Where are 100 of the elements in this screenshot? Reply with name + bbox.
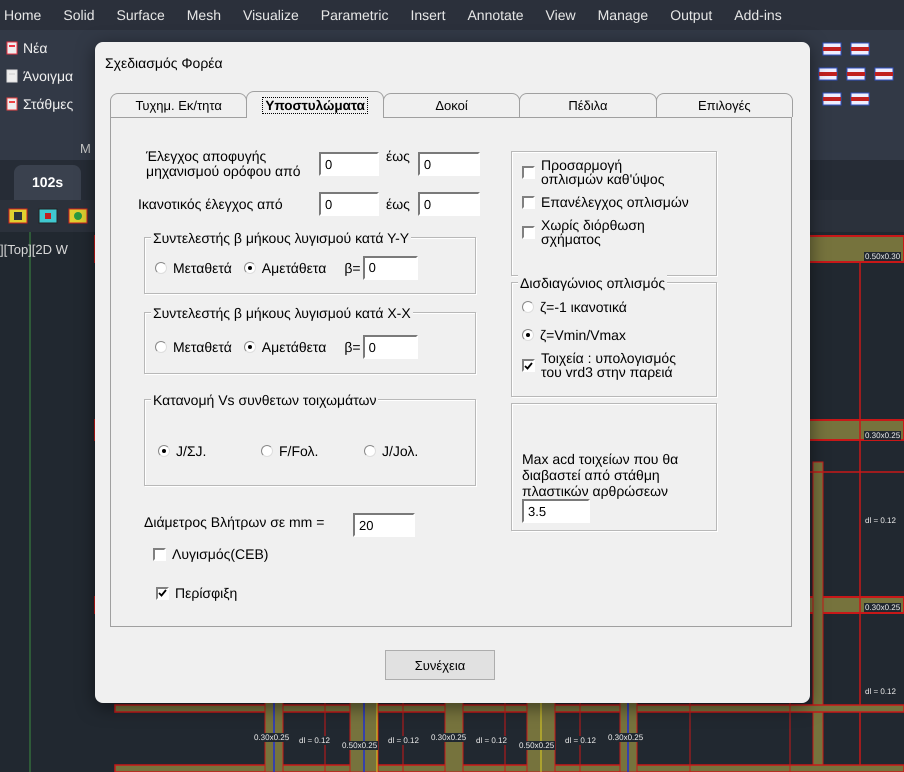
group-title: Κατανομή Vs συνθετων τοιχωμάτων [151, 392, 378, 408]
field-label: β= [344, 260, 361, 276]
checkbox[interactable] [522, 196, 535, 208]
input-field[interactable]: 0 [418, 152, 480, 176]
checkbox-label: Περίσφιξη [175, 585, 238, 601]
radio-button[interactable] [522, 301, 534, 313]
dimension-label: 0.50x0.30 [864, 252, 902, 261]
menu-item[interactable]: Manage [598, 7, 658, 23]
radio-button[interactable] [522, 329, 534, 341]
input-field[interactable]: 0 [362, 256, 418, 280]
dimension-label: dl = 0.12 [298, 736, 331, 745]
checkbox[interactable] [522, 166, 535, 179]
radio-label: Μεταθετά [173, 260, 232, 276]
field-label: Διάμετρος Βλήτρων σε mm = [144, 514, 326, 530]
dimension-label: dl = 0.12 [564, 736, 597, 745]
input-field[interactable]: 20 [353, 513, 415, 537]
tab[interactable]: Υποστυλώματα [246, 91, 384, 118]
tab[interactable]: Τυχημ. Εκ/τητα [110, 93, 248, 117]
continue-button[interactable]: Συνέχεια [385, 650, 495, 680]
field-label: έως [386, 148, 410, 164]
menu-item[interactable]: Parametric [320, 7, 398, 23]
dimension-label: 0.30x0.25 [253, 733, 290, 742]
layer-icon[interactable] [822, 42, 842, 56]
checkbox-label: Χωρίς διόρθωση σχήματος [541, 218, 646, 246]
layer-icon[interactable] [874, 67, 894, 81]
field-label: Ικανοτικός έλεγχος από [138, 196, 284, 212]
menu-item[interactable]: Output [670, 7, 722, 23]
group-title: Συντελεστής β μήκους λυγισμού κατά Υ-Υ [151, 230, 412, 246]
field-label: Max acd τοιχείων που θα διαβαστεί από στάθμη πλαστικών αρθρώσεων [522, 451, 680, 499]
menu-item[interactable]: Visualize [242, 7, 309, 23]
dimension-label: 0.30x0.25 [607, 733, 644, 742]
column-icon[interactable] [8, 207, 28, 225]
checkbox[interactable] [156, 586, 169, 600]
radio-label: Αμετάθετα [262, 339, 326, 355]
menu-item[interactable]: Insert [410, 7, 456, 23]
document-icon [6, 69, 18, 83]
menu-item[interactable]: Mesh [186, 7, 231, 23]
radio-button[interactable] [155, 341, 167, 353]
document-icon [6, 97, 18, 111]
field-label: Έλεγχος αποφυγής μηχανισμού ορόφου από [146, 149, 302, 179]
checkbox-label: Τοιχεία : υπολογισμός του vrd3 στην παρειά [541, 351, 677, 379]
layer-icon[interactable] [850, 92, 870, 106]
ribbon-button[interactable]: Νέα [4, 38, 50, 58]
layer-icon[interactable] [818, 67, 838, 81]
input-field[interactable]: 3.5 [522, 499, 590, 523]
checkbox-label: Επανέλεγχος οπλισμών [541, 194, 689, 210]
ribbon-button[interactable]: Άνοιγμα [4, 66, 76, 86]
dimension-label: dl = 0.12 [864, 687, 897, 696]
layer-icon[interactable] [846, 67, 866, 81]
field-label: έως [386, 196, 410, 212]
dimension-label: 0.30x0.25 [864, 431, 902, 440]
menu-item[interactable]: Add-ins [734, 7, 792, 23]
file-tab[interactable]: 102s [14, 165, 82, 200]
layer-icon[interactable] [850, 42, 870, 56]
radio-label: Αμετάθετα [262, 260, 326, 276]
viewport-label[interactable]: ][Top][2D W [0, 242, 68, 257]
radio-label: F/Fολ. [279, 443, 318, 459]
dimension-label: dl = 0.12 [864, 516, 897, 525]
node-icon[interactable] [38, 207, 58, 225]
dimension-label: 0.50x0.25 [518, 741, 556, 750]
checkbox-label: Προσαρμογή οπλισμών καθ'ύψος [541, 158, 666, 186]
radio-button[interactable] [244, 341, 256, 353]
radio-button[interactable] [364, 445, 376, 457]
tab[interactable]: Επιλογές [656, 93, 794, 117]
field-label: β= [344, 339, 361, 355]
column-icon[interactable] [68, 207, 88, 225]
dimension-label: dl = 0.12 [475, 736, 508, 745]
dimension-label: 0.50x0.25 [341, 741, 378, 750]
dimension-label: 0.30x0.25 [430, 733, 468, 742]
menu-item[interactable]: Home [4, 7, 52, 23]
radio-label: J/Jολ. [382, 443, 418, 459]
radio-button[interactable] [158, 445, 170, 457]
input-field[interactable]: 0 [362, 335, 418, 359]
radio-button[interactable] [155, 262, 167, 274]
checkbox-label: Λυγισμός(CEB) [172, 546, 268, 562]
radio-button[interactable] [261, 445, 273, 457]
radio-label: ζ=-1 ικανοτικά [540, 299, 627, 315]
input-field[interactable]: 0 [418, 192, 480, 216]
group-title: Συντελεστής β μήκους λυγισμού κατά Χ-Χ [151, 305, 413, 321]
checkbox[interactable] [522, 226, 535, 239]
document-icon [6, 41, 18, 55]
layer-icon[interactable] [822, 92, 842, 106]
dimension-label: dl = 0.12 [387, 736, 420, 745]
radio-label: J/ΣJ. [176, 443, 206, 459]
radio-label: ζ=Vmin/Vmax [540, 327, 626, 343]
menu-item[interactable]: Solid [63, 7, 104, 23]
ribbon-button[interactable]: Στάθμες [4, 94, 76, 114]
menu-item[interactable]: Annotate [467, 7, 534, 23]
radio-button[interactable] [244, 262, 256, 274]
checkbox[interactable] [522, 359, 535, 372]
group-title: Δισδιαγώνιος οπλισμός [518, 275, 668, 291]
menu-item[interactable]: Surface [116, 7, 175, 23]
input-field[interactable]: 0 [319, 192, 379, 216]
menu-item[interactable]: View [546, 7, 586, 23]
panel-label: M [80, 141, 91, 156]
input-field[interactable]: 0 [319, 152, 379, 176]
radio-label: Μεταθετά [173, 339, 232, 355]
dialog-title: Σχεδιασμός Φορέα [105, 55, 223, 73]
dimension-label: 0.30x0.25 [864, 603, 902, 612]
checkbox[interactable] [153, 548, 166, 560]
